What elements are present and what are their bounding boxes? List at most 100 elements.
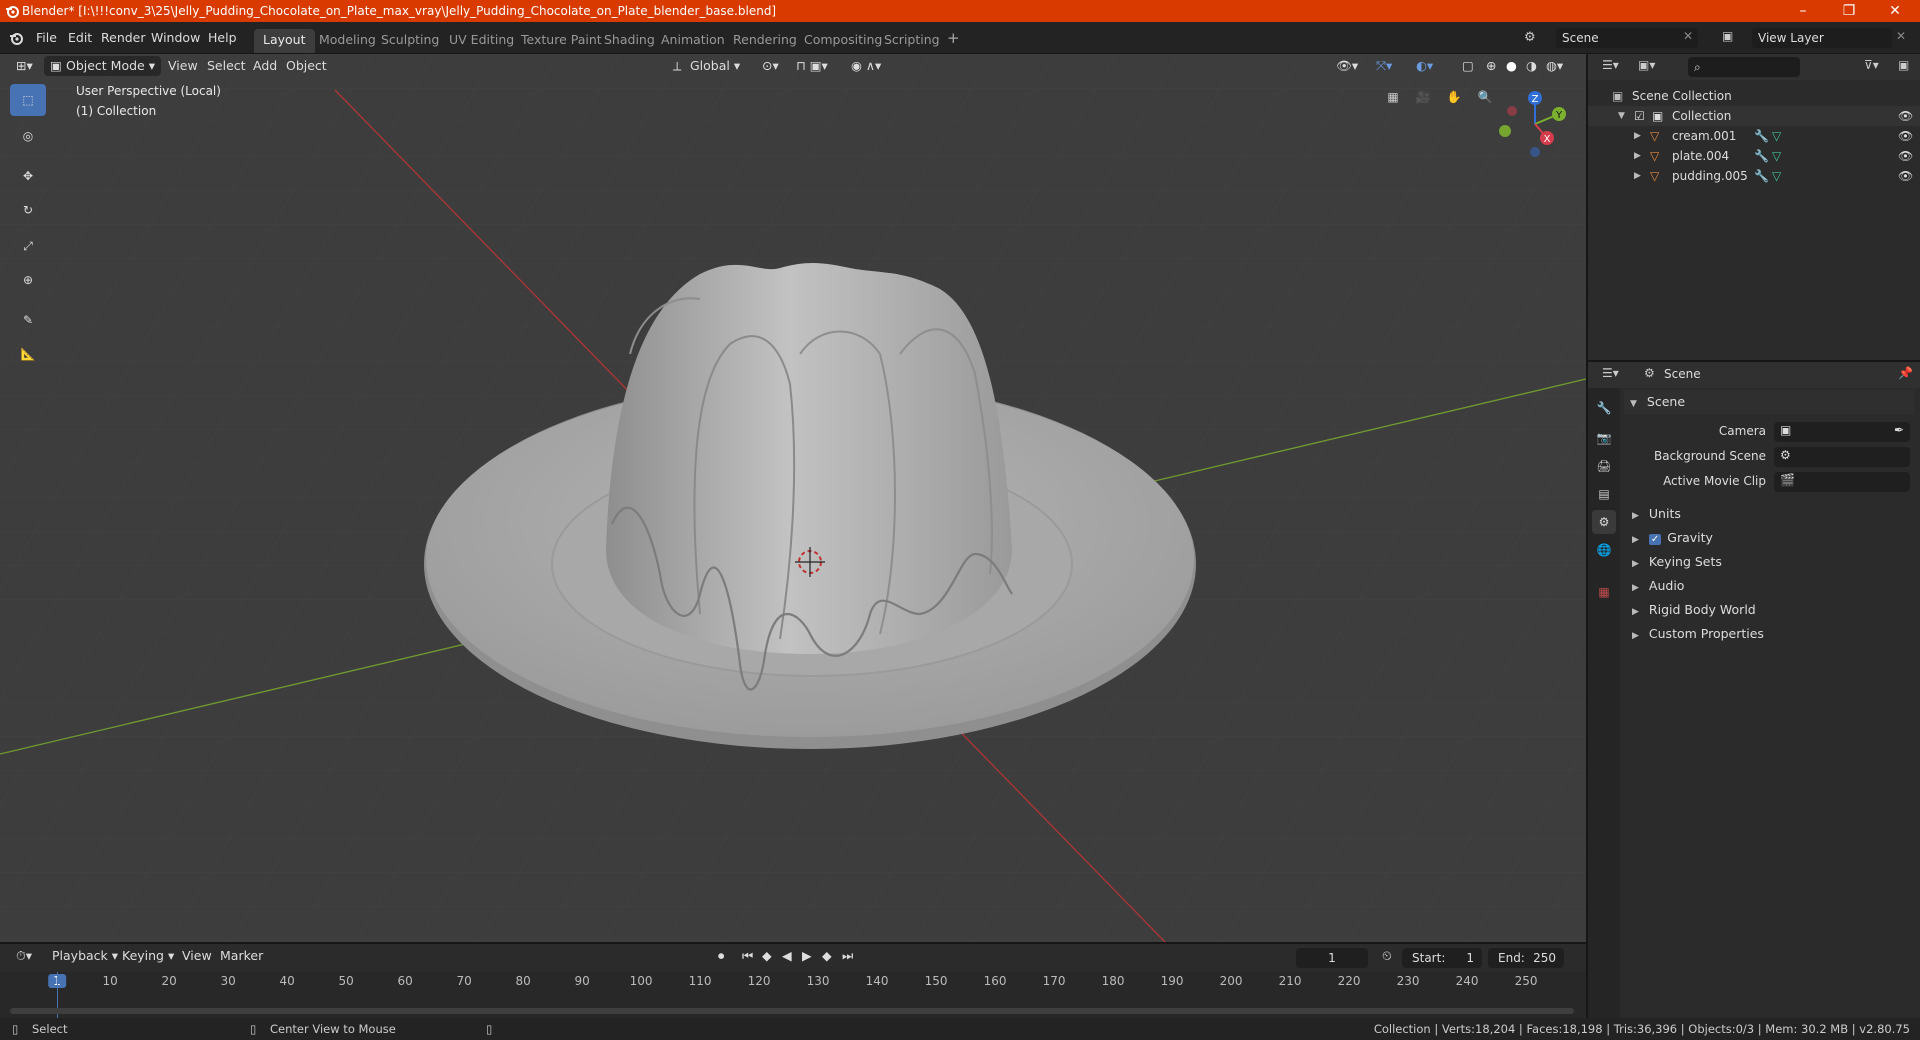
display-mode-icon[interactable]: ▣▾ xyxy=(1638,58,1655,72)
section-units[interactable]: ▶ Units xyxy=(1632,502,1920,526)
end-frame-field[interactable]: End: 250 xyxy=(1488,948,1564,968)
keying-menu[interactable]: Keying ▾ xyxy=(116,946,180,966)
menu-window[interactable]: Window xyxy=(145,28,206,48)
preview-range-icon[interactable]: ⏲ xyxy=(1376,946,1398,966)
expand-arrow-icon[interactable]: ▶ xyxy=(1634,166,1641,186)
camera-field[interactable]: ▣ ✒ xyxy=(1774,422,1910,442)
world-tab-icon[interactable]: 🌐 xyxy=(1592,538,1616,562)
workspace-tab-rendering[interactable]: Rendering xyxy=(724,29,806,53)
timeline-scrollbar[interactable] xyxy=(10,1008,1574,1014)
object-visibility-icon[interactable]: 👁 xyxy=(1898,146,1913,166)
xray-icon[interactable]: ▢ xyxy=(1456,56,1480,76)
object-visibility-icon[interactable]: 👁 xyxy=(1898,166,1913,186)
viewport-menu-view[interactable]: View xyxy=(162,56,204,76)
new-collection-icon[interactable]: ▣ xyxy=(1898,58,1909,72)
pivot-icon[interactable]: ⊙▾ xyxy=(756,56,785,76)
marker-menu[interactable]: Marker xyxy=(214,946,269,966)
expand-arrow-icon[interactable]: ▶ xyxy=(1634,146,1641,166)
prev-keyframe-button[interactable]: ◆ xyxy=(756,946,778,966)
overlay-toggle-icon[interactable]: ◐▾ xyxy=(1410,56,1439,76)
rendered-shading-icon[interactable]: ◍▾ xyxy=(1540,56,1569,76)
close-button[interactable]: ✕ xyxy=(1872,0,1918,22)
pan-view-button[interactable]: ✋ xyxy=(1441,84,1467,110)
restore-button[interactable]: ❐ xyxy=(1826,0,1872,22)
rotate-tool[interactable]: ↻ xyxy=(10,194,46,226)
viewport-menu-add[interactable]: Add xyxy=(247,56,283,76)
timeline-editor-icon[interactable]: ⏱▾ xyxy=(10,946,38,966)
move-tool[interactable]: ✥ xyxy=(10,160,46,192)
editor-type-icon[interactable]: ⊞▾ xyxy=(10,56,39,76)
next-keyframe-button[interactable]: ◆ xyxy=(816,946,838,966)
gravity-checkbox[interactable]: ✓ xyxy=(1648,534,1662,545)
movie-clip-field[interactable]: 🎬 xyxy=(1774,472,1910,492)
object-visibility-icon[interactable]: 👁 xyxy=(1898,126,1913,146)
start-frame-field[interactable]: Start: 1 xyxy=(1402,948,1482,968)
section-audio[interactable]: ▶ Audio xyxy=(1632,574,1920,598)
scene-close-icon[interactable]: ✕ xyxy=(1683,29,1693,43)
3d-viewport[interactable]: ⊞▾ ▣ Object Mode ▾ View Select Add Object… xyxy=(0,54,1586,942)
menu-render[interactable]: Render xyxy=(95,28,152,48)
view-layer-close-icon[interactable]: ✕ xyxy=(1896,29,1906,43)
eyedropper-icon[interactable]: ✒ xyxy=(1894,423,1904,437)
toggle-perspective-button[interactable]: ▦ xyxy=(1380,84,1406,110)
mesh-data-icon[interactable]: ▽ xyxy=(1772,146,1781,166)
tool-tab-icon[interactable]: 🔧 xyxy=(1592,396,1616,420)
transform-tool[interactable]: ⊕ xyxy=(10,264,46,296)
section-gravity[interactable]: ▶ ✓ Gravity xyxy=(1632,526,1920,550)
scale-tool[interactable]: ⤢ xyxy=(10,230,46,262)
play-reverse-button[interactable]: ◀ xyxy=(776,946,798,966)
cursor-tool[interactable]: ◎ xyxy=(10,120,46,152)
blender-menu-icon[interactable] xyxy=(9,31,23,45)
scene-panel-header[interactable]: ▼ Scene xyxy=(1624,390,1914,414)
outliner-row-object[interactable]: ▶ ▽ pudding.005 🔧 ▽ 👁 xyxy=(1588,166,1920,186)
view-layer-tab-icon[interactable]: ▤ xyxy=(1592,482,1616,506)
proportional-edit-icon[interactable]: ◉ ∧▾ xyxy=(845,56,887,76)
measure-tool[interactable]: 📐 xyxy=(10,338,46,370)
expand-arrow-icon[interactable]: ▼ xyxy=(1618,106,1625,126)
section-keying-sets[interactable]: ▶ Keying Sets xyxy=(1632,550,1920,574)
minimize-button[interactable]: – xyxy=(1780,0,1826,22)
expand-arrow-icon[interactable]: ▶ xyxy=(1634,126,1641,146)
section-custom-properties[interactable]: ▶ Custom Properties xyxy=(1632,622,1920,646)
workspace-tab-animation[interactable]: Animation xyxy=(652,29,734,53)
view-layer-icon[interactable]: ▣ xyxy=(1722,29,1733,43)
select-box-tool[interactable]: ⬚ xyxy=(10,84,46,116)
scene-icon[interactable]: ⚙ xyxy=(1524,30,1536,45)
workspace-tab-uv-editing[interactable]: UV Editing xyxy=(440,29,523,53)
collection-visibility-icon[interactable]: 👁 xyxy=(1898,106,1913,126)
pin-icon[interactable]: 📌 xyxy=(1898,366,1913,380)
viewport-menu-object[interactable]: Object xyxy=(280,56,333,76)
add-workspace-button[interactable]: + xyxy=(941,28,966,48)
section-rigid-body-world[interactable]: ▶ Rigid Body World xyxy=(1632,598,1920,622)
menu-file[interactable]: File xyxy=(30,28,63,48)
modifier-icon[interactable]: 🔧 xyxy=(1754,126,1769,146)
workspace-tab-layout[interactable]: Layout xyxy=(254,29,315,53)
timeline-track[interactable]: 1102030405060708090100110120130140150160… xyxy=(0,972,1586,1018)
workspace-tab-sculpting[interactable]: Sculpting xyxy=(372,29,448,53)
playback-menu[interactable]: Playback ▾ xyxy=(46,946,124,966)
camera-view-button[interactable]: 🎥 xyxy=(1410,84,1436,110)
scene-tab-icon[interactable]: ⚙ xyxy=(1592,510,1616,534)
filter-icon[interactable]: ⊽▾ xyxy=(1864,58,1879,72)
play-button[interactable]: ▶ xyxy=(796,946,818,966)
snap-icon[interactable]: ⊓ ▣▾ xyxy=(790,56,834,76)
outliner-row-object[interactable]: ▶ ▽ cream.001 🔧 ▽ 👁 xyxy=(1588,126,1920,146)
visibility-icon[interactable]: 👁▾ xyxy=(1330,56,1364,76)
mesh-data-icon[interactable]: ▽ xyxy=(1772,166,1781,186)
outliner-search-input[interactable]: ⌕ xyxy=(1688,57,1800,77)
orientation-selector[interactable]: ⟂ Global ▾ xyxy=(668,56,746,76)
modifier-icon[interactable]: 🔧 xyxy=(1754,166,1769,186)
gizmo-toggle-icon[interactable]: ⤧▾ xyxy=(1370,56,1398,76)
scene-selector[interactable]: Scene xyxy=(1556,28,1698,48)
pudding-object[interactable] xyxy=(606,262,1013,691)
record-button[interactable]: ⏺ xyxy=(712,946,730,966)
viewport-menu-select[interactable]: Select xyxy=(201,56,252,76)
view-layer-selector[interactable]: View Layer xyxy=(1752,28,1892,48)
current-frame-field[interactable]: 1 xyxy=(1296,948,1368,968)
menu-help[interactable]: Help xyxy=(202,28,243,48)
outliner-editor-icon[interactable]: ☰▾ xyxy=(1602,58,1619,72)
texture-tab-icon[interactable]: ▦ xyxy=(1592,580,1616,604)
collection-checkbox[interactable]: ☑ xyxy=(1634,106,1645,126)
properties-editor-icon[interactable]: ☰▾ xyxy=(1602,366,1619,380)
timeline-view-menu[interactable]: View xyxy=(176,946,218,966)
